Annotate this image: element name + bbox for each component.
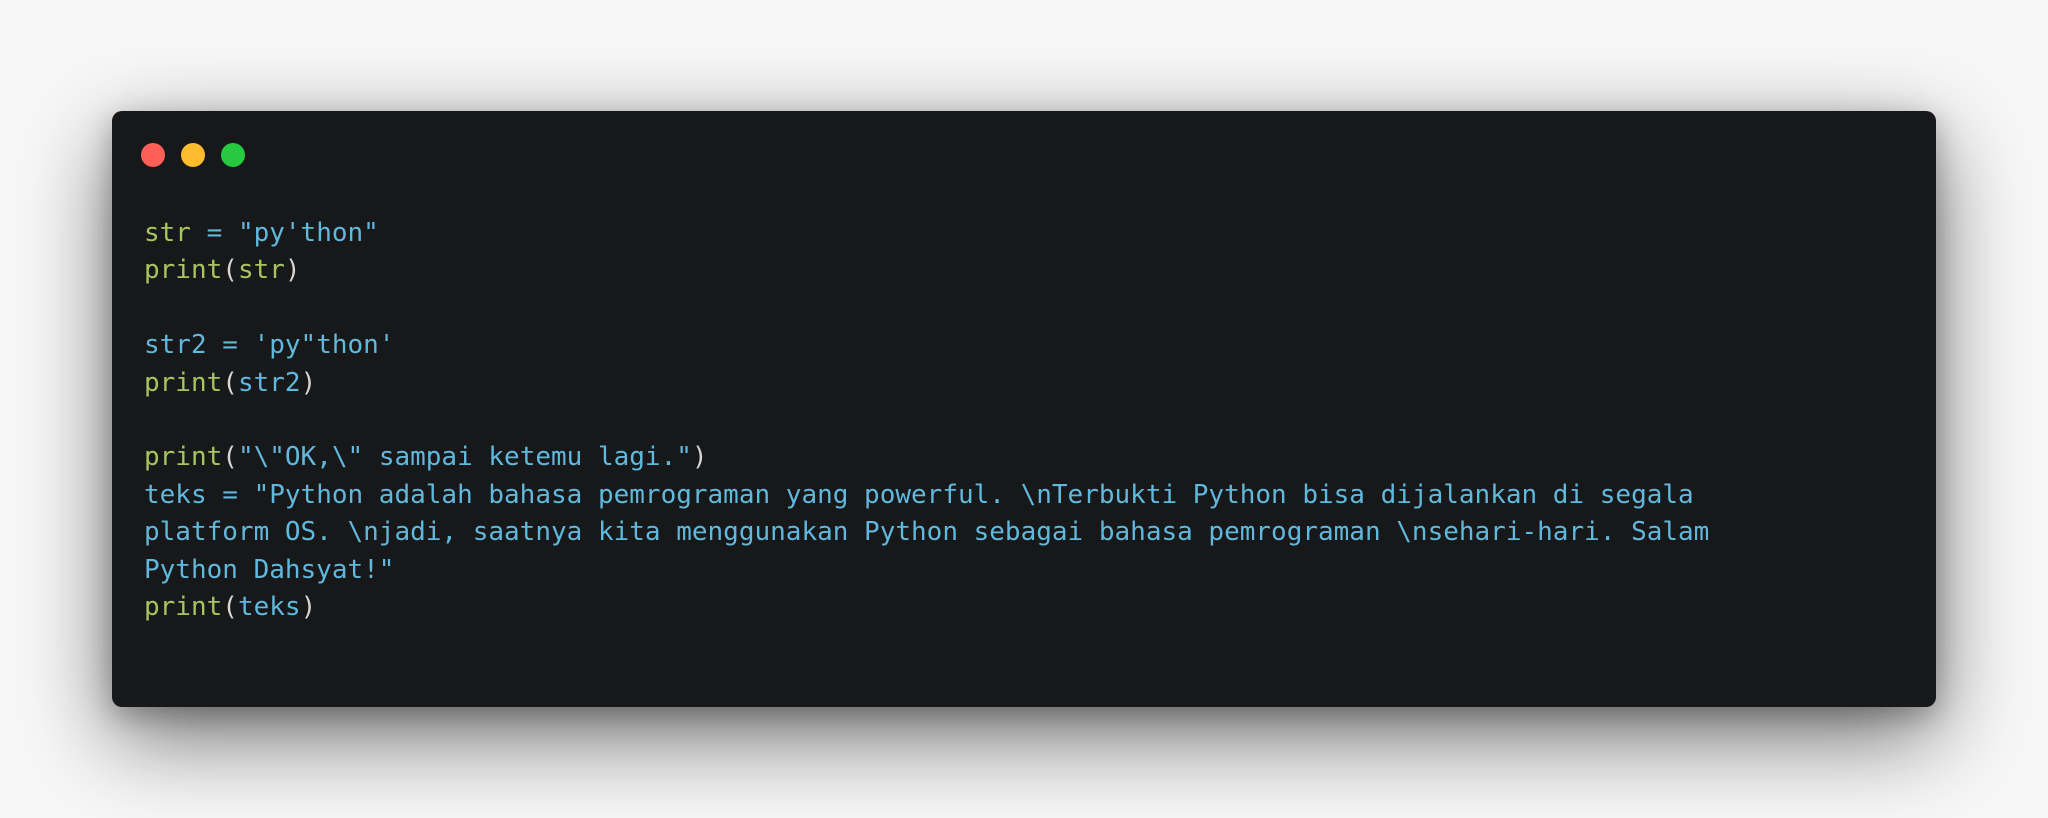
code-line: print(teks) <box>144 589 1904 626</box>
code-token: ) <box>300 367 317 398</box>
window-controls <box>141 143 245 167</box>
code-token: "py'thon" <box>237 218 379 248</box>
code-token: print <box>144 367 223 398</box>
code-token: print <box>144 442 223 473</box>
code-token: str2 = <box>144 330 254 361</box>
code-token: print <box>144 591 223 622</box>
code-token: ) <box>691 442 708 473</box>
code-token: str2 <box>237 367 301 398</box>
code-token: teks <box>237 591 301 622</box>
code-token: 'py"thon' <box>253 330 395 361</box>
code-token: ( <box>222 367 238 398</box>
close-button[interactable] <box>141 143 165 167</box>
code-block: str = "py'thon" print(str) str2 = 'py"thon… <box>144 215 1904 626</box>
code-token: ) <box>284 255 301 286</box>
code-token: teks = <box>144 479 254 510</box>
code-token: platform OS. \njadi, saatnya kita menggu… <box>144 517 1710 548</box>
code-token: "\"OK,\" sampai ketemu lagi." <box>237 442 692 473</box>
code-line: print(str) <box>144 252 1904 289</box>
code-token: ) <box>300 591 317 622</box>
code-token: "Python adalah bahasa pemrograman yang p… <box>253 479 1694 510</box>
code-token: ( <box>222 255 238 286</box>
code-window: str = "py'thon" print(str) str2 = 'py"thon… <box>112 111 1936 707</box>
code-token: print <box>144 255 223 286</box>
code-token: ( <box>222 591 238 622</box>
code-token: str <box>237 255 285 286</box>
code-line: platform OS. \njadi, saatnya kita menggu… <box>144 514 1904 551</box>
maximize-button[interactable] <box>221 143 245 167</box>
code-token: ( <box>222 442 238 473</box>
code-token: = <box>190 218 238 248</box>
code-line: teks = "Python adalah bahasa pemrograman… <box>144 477 1904 514</box>
code-line: str = "py'thon" <box>144 215 1904 252</box>
code-line: Python Dahsyat!" <box>144 552 1904 589</box>
code-token: str <box>144 218 191 248</box>
code-line: print(str2) <box>144 365 1904 402</box>
code-line: str2 = 'py"thon' <box>144 327 1904 364</box>
minimize-button[interactable] <box>181 143 205 167</box>
code-token: Python Dahsyat!" <box>144 554 395 585</box>
code-line: print("\"OK,\" sampai ketemu lagi.") <box>144 439 1904 476</box>
